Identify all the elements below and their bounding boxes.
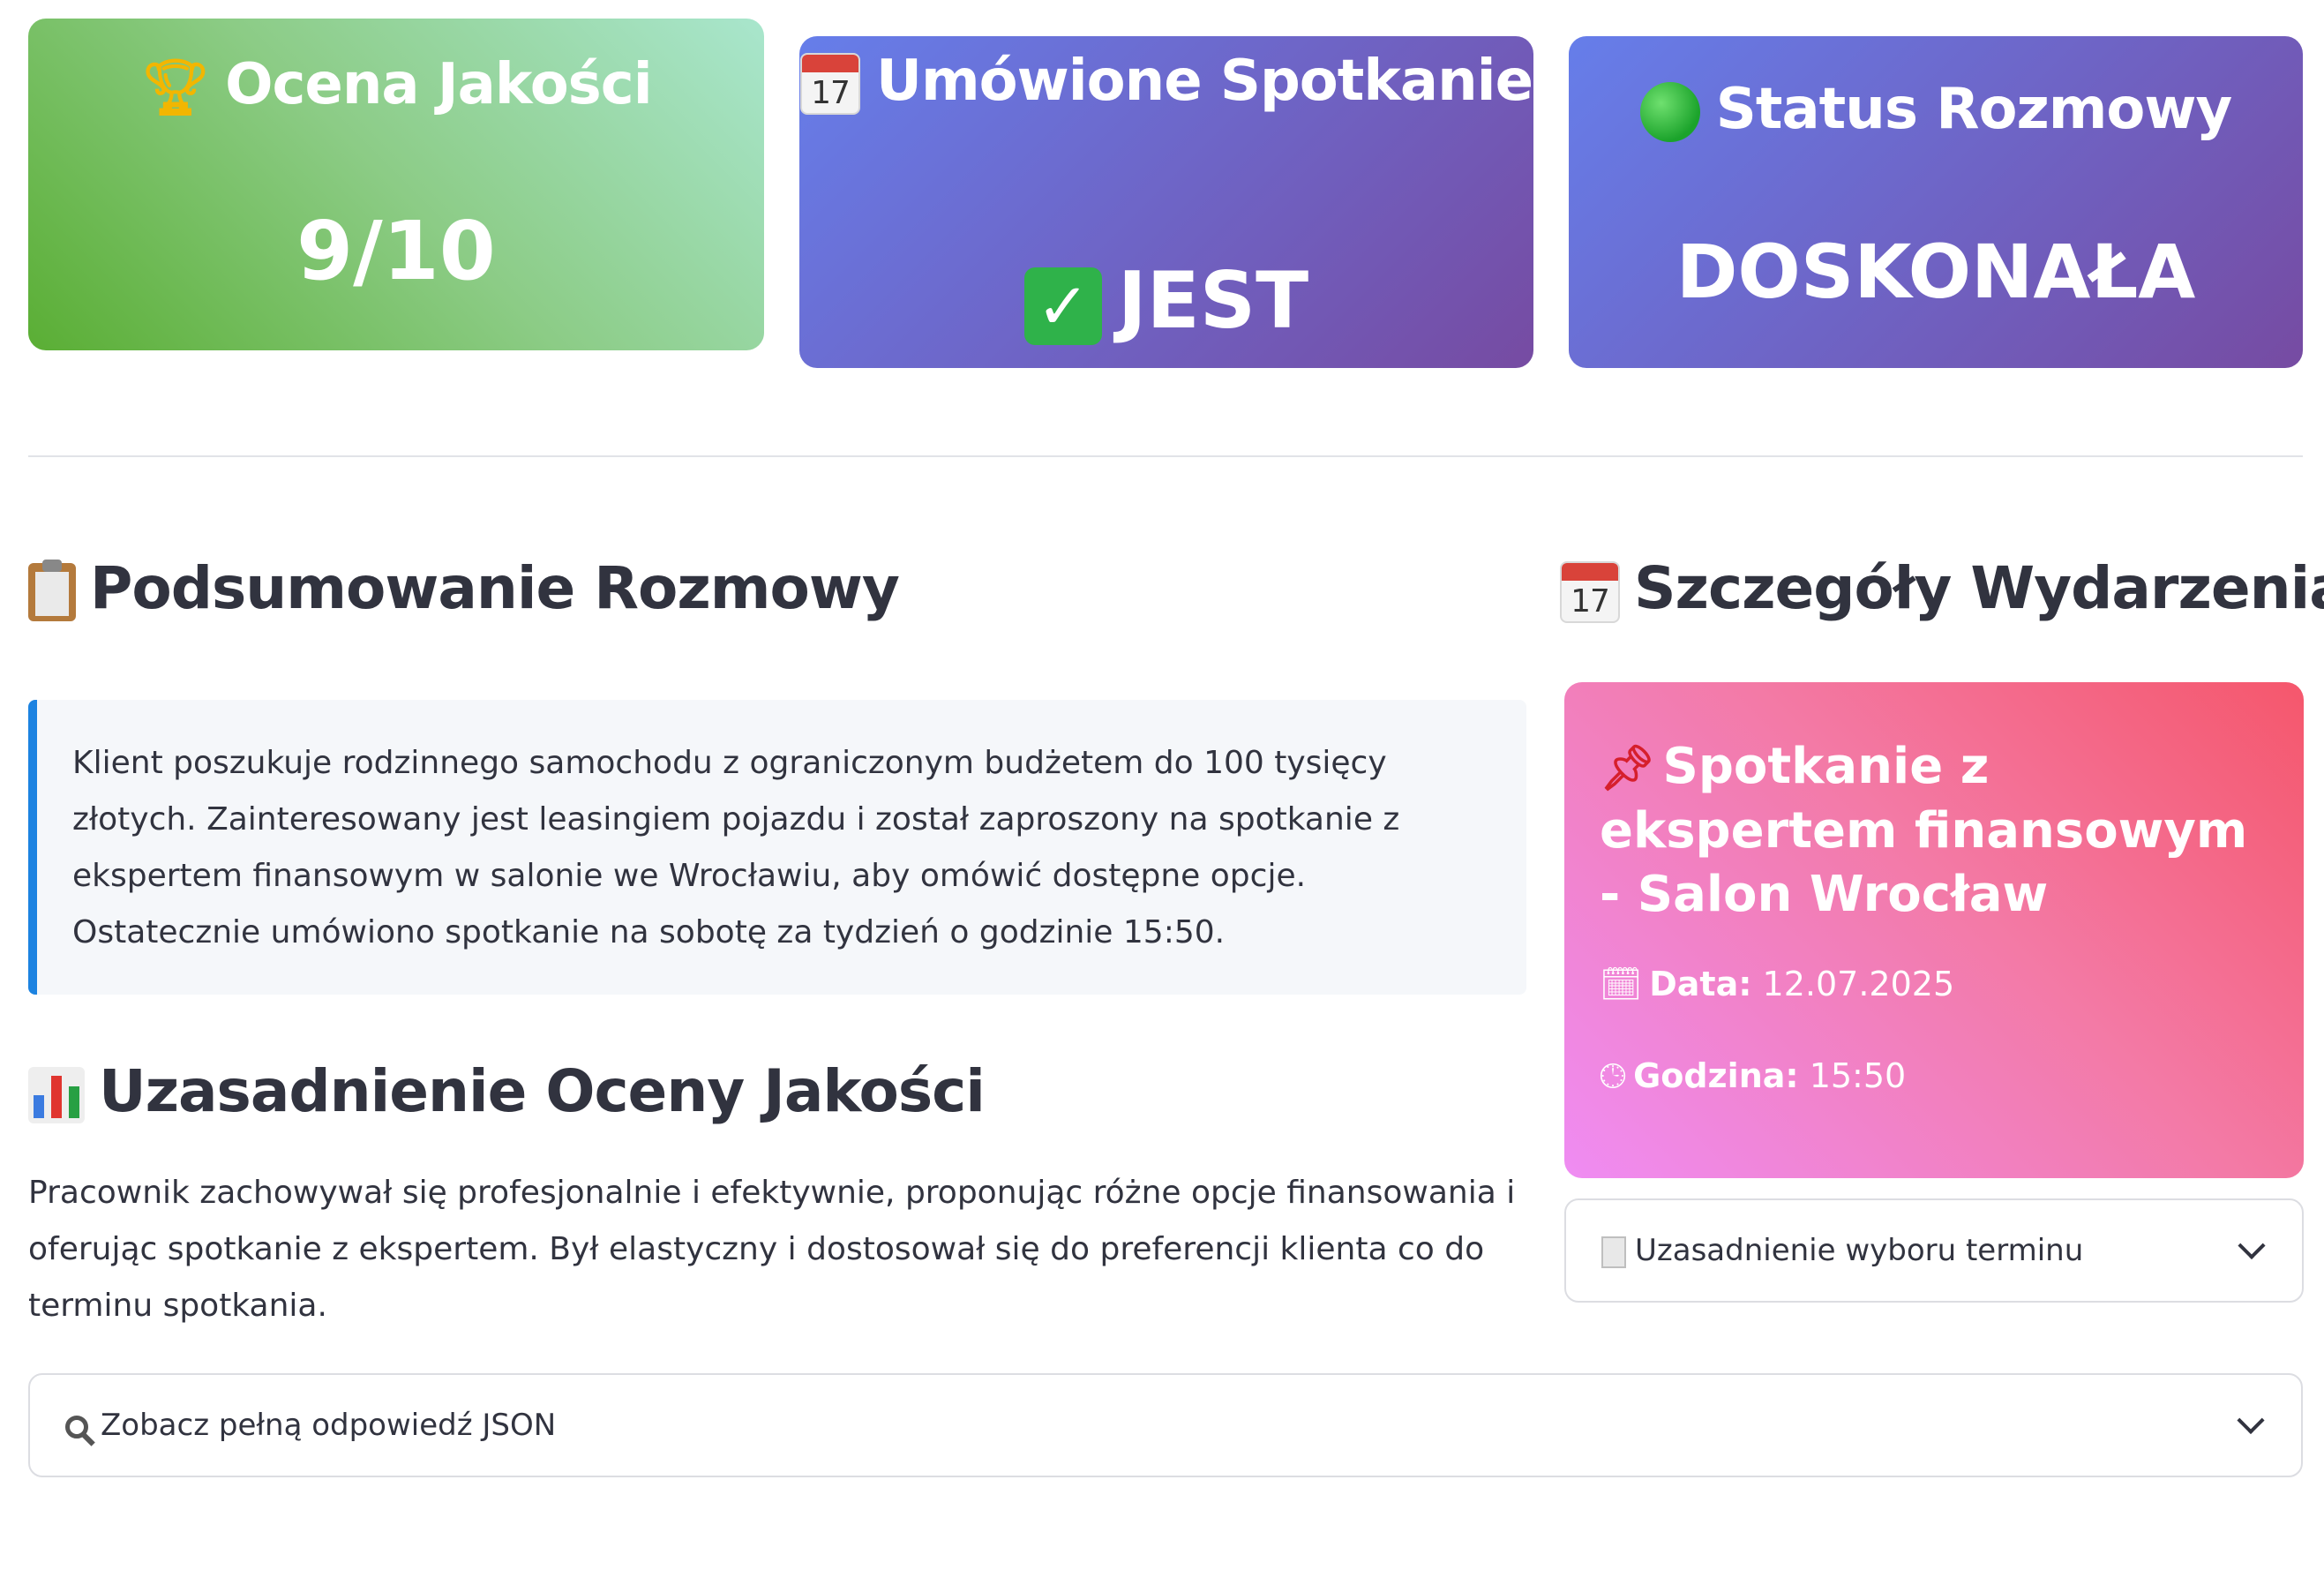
event-heading: 17 Szczegóły Wydarzenia (1560, 554, 2324, 623)
bar-chart-icon (28, 1066, 85, 1123)
call-status-value: DOSKONAŁA (1676, 229, 2196, 315)
json-response-label: Zobacz pełną odpowiedź JSON (101, 1408, 557, 1443)
summary-box: Klient poszukuje rodzinnego samochodu z … (28, 700, 1526, 995)
meeting-title: 17 Umówione Spotkanie (799, 49, 1533, 116)
meeting-status-card: 17 Umówione Spotkanie ✓ JEST (799, 36, 1533, 368)
summary-heading: Podsumowanie Rozmowy (28, 554, 900, 622)
quality-score-card: 🏆︎ Ocena Jakości 9/10 (28, 19, 764, 350)
quality-score-value: 9/10 (296, 204, 496, 298)
calendar-icon: 17 (1560, 560, 1620, 623)
quality-score-title: 🏆︎ Ocena Jakości (140, 52, 652, 120)
json-response-expander[interactable]: Zobacz pełną odpowiedź JSON (28, 1373, 2303, 1477)
event-title: 📌︎ Spotkanie z ekspertem finansowym - Sal… (1600, 738, 2248, 923)
call-status-title: Status Rozmowy (1569, 77, 2303, 143)
event-card: 📌︎ Spotkanie z ekspertem finansowym - Sal… (1564, 682, 2304, 1178)
clipboard-icon (28, 559, 76, 621)
summary-text: Klient poszukuje rodzinnego samochodu z … (72, 745, 1400, 950)
clock-icon: 🕒︎ (1600, 1056, 1627, 1095)
green-circle-icon (1639, 82, 1700, 143)
event-date: 🗓︎ Data: 12.07.2025 (1600, 965, 1955, 1003)
justification-heading: Uzasadnienie Oceny Jakości (28, 1057, 986, 1125)
term-justification-expander[interactable]: Uzasadnienie wyboru terminu (1564, 1198, 2304, 1303)
chevron-down-icon[interactable] (2238, 1231, 2266, 1260)
check-icon: ✓ (1023, 267, 1102, 346)
section-divider (28, 455, 2303, 457)
event-time: 🕒︎ Godzina: 15:50 (1600, 1056, 1907, 1095)
chevron-down-icon[interactable] (2237, 1406, 2265, 1435)
search-icon (65, 1415, 88, 1439)
trophy-icon: 🏆︎ (140, 55, 210, 120)
pushpin-icon: 📌︎ (1600, 742, 1656, 793)
call-status-card: Status Rozmowy DOSKONAŁA (1569, 36, 2303, 368)
spiral-calendar-icon: 🗓︎ (1600, 965, 1643, 1003)
justification-text: Pracownik zachowywał się profesjonalnie … (28, 1175, 1516, 1324)
calendar-icon: 17 (799, 53, 860, 116)
term-justification-label: Uzasadnienie wyboru terminu (1635, 1233, 2084, 1268)
document-icon (1601, 1236, 1626, 1268)
meeting-value: ✓ JEST (799, 255, 1533, 346)
